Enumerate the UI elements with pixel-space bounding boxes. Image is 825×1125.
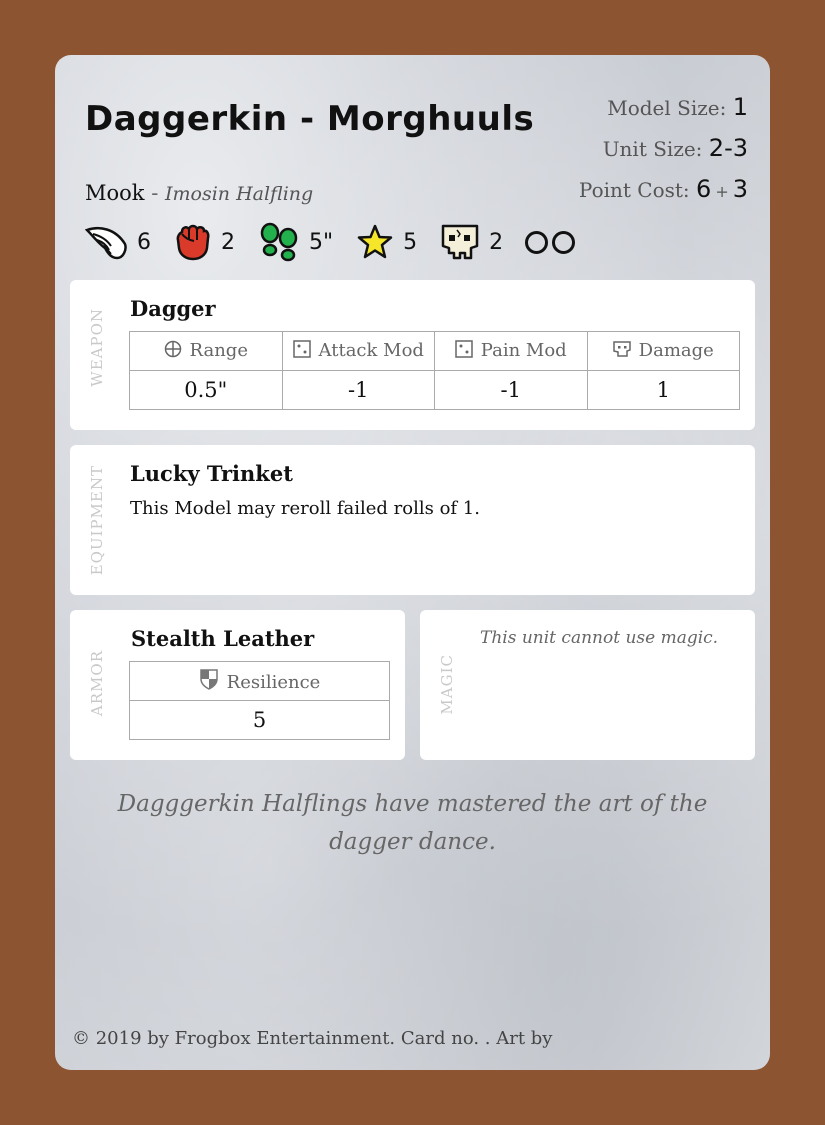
equipment-name: Lucky Trinket [130, 461, 293, 486]
shield-icon [199, 668, 219, 695]
resilience-header-label: Resilience [226, 671, 321, 693]
armor-value-row: 5 [129, 700, 390, 740]
attribute-value: 6 [137, 229, 151, 255]
footprints-icon [257, 222, 301, 262]
type-separator: - [151, 181, 159, 205]
weapon-section-label: WEAPON [88, 308, 106, 387]
dice-icon [292, 339, 311, 363]
armor-section-label: ARMOR [88, 650, 106, 717]
equipment-section-label: EQUIPMENT [88, 465, 106, 576]
unit-race: Imosin Halfling [165, 183, 314, 205]
star-icon [355, 222, 395, 262]
weapon-panel: WEAPON Dagger Range Attack Mod Pain Mod … [70, 280, 755, 430]
damage-value: 1 [586, 370, 740, 410]
unit-type-line: Mook - Imosin Halfling [85, 181, 313, 205]
wing-icon [85, 222, 129, 262]
model-size-value: 1 [732, 93, 748, 121]
armor-stats-table: Resilience 5 [129, 661, 390, 740]
attribute-wounds: 2 [439, 222, 503, 262]
range-value: 0.5" [129, 370, 283, 410]
attribute-value: 2 [489, 229, 504, 255]
pain-mod-header-label: Pain Mod [480, 339, 567, 361]
attribute-movement: 6 [85, 222, 151, 262]
unit-size-value: 2-3 [708, 134, 748, 162]
point-cost-base: 6 [696, 175, 712, 203]
attack-mod-value: -1 [281, 370, 435, 410]
copyright-footer: © 2019 by Frogbox Entertainment. Card no… [72, 1028, 553, 1049]
armor-header-row: Resilience [129, 661, 390, 701]
model-size-stat: Model Size: 1 [579, 87, 748, 128]
damage-header-label: Damage [638, 339, 714, 361]
equipment-panel: EQUIPMENT Lucky Trinket This Model may r… [70, 445, 755, 595]
magic-section-label: MAGIC [438, 654, 456, 715]
resilience-value: 5 [129, 700, 390, 740]
magic-note: This unit cannot use magic. [480, 628, 719, 648]
resilience-header: Resilience [129, 661, 390, 701]
point-cost-label: Point Cost: [578, 178, 690, 202]
ring-icon [552, 230, 576, 254]
unit-card: Daggerkin - Morghuuls Model Size: 1 Unit… [55, 55, 770, 1070]
point-cost-extra: 3 [732, 175, 748, 203]
unit-type: Mook [85, 181, 145, 205]
armor-panel: ARMOR Stealth Leather Resilience 5 [70, 610, 405, 760]
weapon-value-row: 0.5" -1 -1 1 [129, 370, 740, 410]
attribute-value: 5 [403, 229, 418, 255]
weapon-name: Dagger [130, 296, 216, 321]
pain-mod-header: Pain Mod [434, 331, 588, 371]
unit-size-label: Unit Size: [602, 137, 703, 161]
fist-icon [173, 222, 213, 262]
magic-panel: MAGIC This unit cannot use magic. [420, 610, 755, 760]
equipment-description: This Model may reroll failed rolls of 1. [130, 498, 480, 519]
armor-name: Stealth Leather [131, 626, 315, 651]
attribute-value: 2 [221, 229, 235, 255]
skull-icon [439, 222, 481, 262]
damage-header: Damage [586, 331, 740, 371]
attribute-value: 5" [309, 229, 334, 255]
ring-icon [525, 230, 549, 254]
model-size-label: Model Size: [607, 96, 727, 120]
attack-mod-header: Attack Mod [281, 331, 435, 371]
attribute-morale: 5 [355, 222, 417, 262]
attribute-strength: 2 [173, 222, 235, 262]
weapon-header-row: Range Attack Mod Pain Mod Damage [129, 331, 740, 371]
point-cost-stat: Point Cost: 6 +3 [579, 169, 748, 210]
attribute-row: 6 2 5" 5 2 [85, 221, 579, 263]
range-header-label: Range [189, 339, 248, 361]
attack-mod-header-label: Attack Mod [318, 339, 424, 361]
flavor-text: Dagggerkin Halflings have mastered the a… [117, 791, 708, 855]
card-title: Daggerkin - Morghuuls [85, 99, 535, 139]
range-header: Range [129, 331, 283, 371]
unit-size-stat: Unit Size: 2-3 [579, 128, 748, 169]
weapon-stats-table: Range Attack Mod Pain Mod Damage 0.5" -1… [129, 331, 740, 410]
unit-stats: Model Size: 1 Unit Size: 2-3 Point Cost:… [579, 87, 748, 210]
token-rings [525, 230, 579, 254]
attribute-speed: 5" [257, 222, 333, 262]
crosshair-icon [164, 340, 182, 363]
pain-mod-value: -1 [434, 370, 588, 410]
dice-icon [455, 339, 473, 363]
point-cost-plus: + [715, 182, 729, 201]
skull-icon [612, 340, 631, 363]
